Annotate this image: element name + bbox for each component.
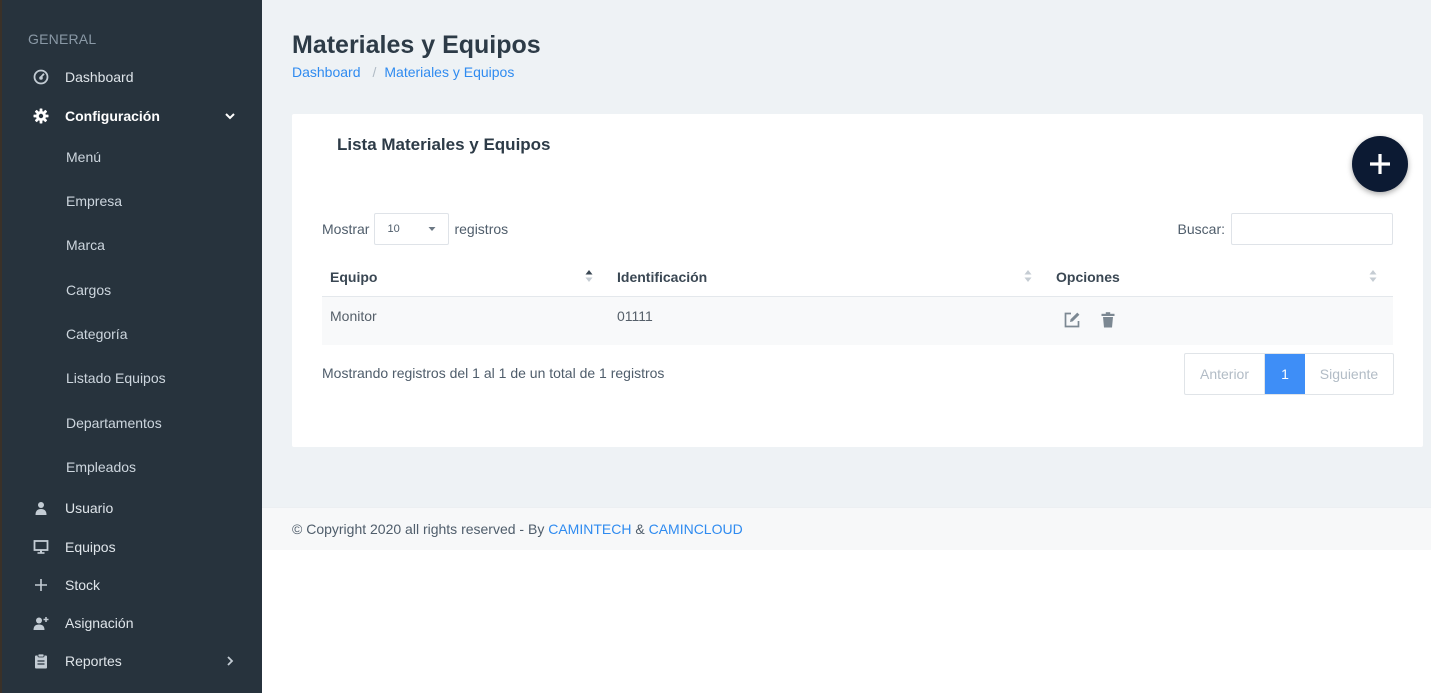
sidebar-subitem-listado-equipos[interactable]: Listado Equipos <box>66 370 166 386</box>
caret-down-icon <box>428 227 436 231</box>
sidebar-item-configuracion[interactable]: Configuración <box>2 97 262 135</box>
sort-icon[interactable] <box>1369 268 1377 284</box>
search-label: Buscar: <box>1177 221 1225 237</box>
table-info: Mostrando registros del 1 al 1 de un tot… <box>322 365 665 381</box>
breadcrumb: Dashboard / Materiales y Equipos <box>292 64 514 80</box>
cell-identificacion: 01111 <box>617 308 653 324</box>
breadcrumb-dashboard[interactable]: Dashboard <box>292 64 361 80</box>
sort-icon[interactable] <box>1024 268 1032 284</box>
sidebar-item-label: Equipos <box>65 539 116 555</box>
sidebar-section-label: GENERAL <box>28 31 97 47</box>
sidebar-item-label: Configuración <box>65 108 160 124</box>
sidebar-item-asignacion[interactable]: Asignación <box>2 604 262 642</box>
main-content: Materiales y Equipos Dashboard / Materia… <box>262 0 1431 507</box>
add-item-button[interactable] <box>1352 136 1408 192</box>
sidebar-subitem-marca[interactable]: Marca <box>66 237 105 253</box>
delete-icon[interactable] <box>1099 311 1117 329</box>
sidebar-item-usuario[interactable]: Usuario <box>2 489 262 527</box>
records-label: registros <box>454 221 509 237</box>
sidebar-item-label: Dashboard <box>65 69 134 85</box>
user-plus-icon <box>30 612 52 634</box>
sidebar-subitem-categoria[interactable]: Categoría <box>66 326 127 342</box>
sidebar-item-dashboard[interactable]: Dashboard <box>2 58 262 96</box>
sidebar-item-equipos[interactable]: Equipos <box>2 528 262 566</box>
card-title: Lista Materiales y Equipos <box>337 135 551 154</box>
page-length-control: Mostrar 10 registros <box>322 213 508 245</box>
page-length-value: 10 <box>387 223 400 235</box>
dashboard-icon <box>30 66 52 88</box>
sidebar-subitem-empleados[interactable]: Empleados <box>66 459 136 475</box>
user-icon <box>30 497 52 519</box>
footer: © Copyright 2020 all rights reserved - B… <box>262 507 1431 550</box>
pagination-previous[interactable]: Anterior <box>1185 354 1265 394</box>
sidebar-item-reportes[interactable]: Reportes <box>2 642 262 680</box>
sidebar-item-label: Stock <box>65 577 101 593</box>
plus-icon <box>1370 154 1390 174</box>
footer-link-camincloud[interactable]: CAMINCLOUD <box>649 521 743 537</box>
page-length-select[interactable]: 10 <box>374 213 450 245</box>
sidebar: GENERAL Dashboard Configuración Menú Emp… <box>0 0 262 693</box>
sidebar-subitem-departamentos[interactable]: Departamentos <box>66 415 162 431</box>
cell-equipo: Monitor <box>330 308 377 324</box>
clipboard-icon <box>30 650 52 672</box>
sidebar-item-label: Usuario <box>65 500 114 516</box>
sidebar-subitem-cargos[interactable]: Cargos <box>66 282 111 298</box>
column-header-opciones[interactable]: Opciones <box>1056 269 1120 285</box>
pagination-page-1[interactable]: 1 <box>1265 354 1305 394</box>
monitor-icon <box>30 536 52 558</box>
pagination: Anterior 1 Siguiente <box>1184 353 1394 395</box>
breadcrumb-current[interactable]: Materiales y Equipos <box>384 64 514 80</box>
search-input[interactable] <box>1231 213 1393 245</box>
footer-link-camintech[interactable]: CAMINTECH <box>548 521 631 537</box>
breadcrumb-separator: / <box>372 64 377 80</box>
sidebar-subitem-menu[interactable]: Menú <box>66 149 101 165</box>
plus-icon <box>30 574 52 596</box>
sidebar-item-label: Reportes <box>65 653 122 669</box>
gear-icon <box>30 105 52 127</box>
chevron-down-icon <box>222 108 238 124</box>
footer-text: © Copyright 2020 all rights reserved - B… <box>292 521 549 537</box>
column-header-identificacion[interactable]: Identificación <box>617 269 707 285</box>
footer-amp: & <box>631 521 649 537</box>
chevron-right-icon <box>222 653 238 669</box>
sidebar-item-stock[interactable]: Stock <box>2 566 262 604</box>
table-header: Equipo Identificación Opciones <box>322 260 1393 297</box>
sidebar-subitem-empresa[interactable]: Empresa <box>66 193 122 209</box>
edit-icon[interactable] <box>1063 311 1081 329</box>
page-title: Materiales y Equipos <box>292 31 541 59</box>
column-header-equipo[interactable]: Equipo <box>330 269 377 285</box>
list-card: Lista Materiales y Equipos Mostrar 10 re… <box>292 114 1423 447</box>
table-row: Monitor 01111 <box>322 297 1393 345</box>
sidebar-item-label: Asignación <box>65 615 134 631</box>
pagination-next[interactable]: Siguiente <box>1305 354 1393 394</box>
sort-asc-icon[interactable] <box>585 268 593 284</box>
search-control: Buscar: <box>1178 213 1393 245</box>
show-label: Mostrar <box>322 221 370 237</box>
